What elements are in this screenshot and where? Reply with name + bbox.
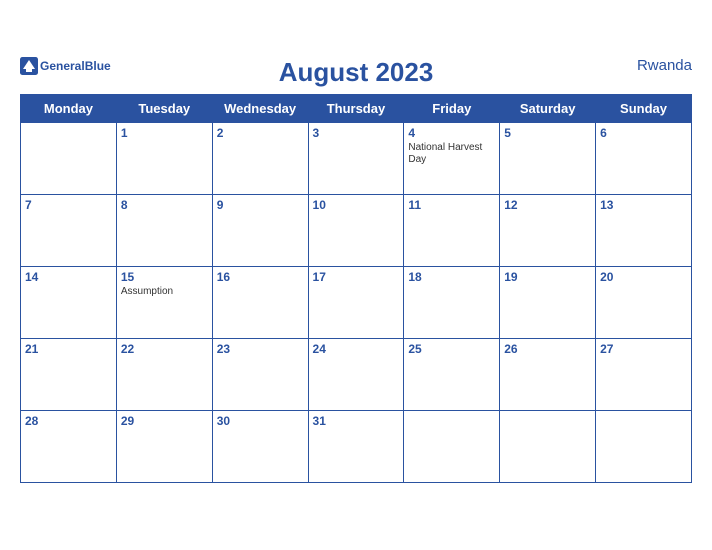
day-number: 23 [217, 342, 304, 356]
day-cell-2-2: 16 [212, 267, 308, 339]
country-label: Rwanda [637, 57, 692, 74]
day-number: 8 [121, 198, 208, 212]
header-saturday: Saturday [500, 95, 596, 123]
day-number: 29 [121, 414, 208, 428]
day-cell-0-2: 2 [212, 123, 308, 195]
day-cell-4-6 [596, 411, 692, 483]
day-cell-0-0 [21, 123, 117, 195]
day-cell-0-1: 1 [116, 123, 212, 195]
holiday-name: Assumption [121, 286, 208, 298]
day-cell-4-5 [500, 411, 596, 483]
day-number: 6 [600, 126, 687, 140]
day-cell-1-2: 9 [212, 195, 308, 267]
brand-logo: General Blue [20, 57, 111, 75]
week-row-1: 1234 National Harvest Day 56 [21, 123, 692, 195]
day-number: 30 [217, 414, 304, 428]
day-cell-4-1: 29 [116, 411, 212, 483]
day-cell-2-0: 14 [21, 267, 117, 339]
day-number: 4 [408, 126, 495, 140]
calendar-title: August 2023 [20, 57, 692, 88]
day-cell-2-3: 17 [308, 267, 404, 339]
day-cell-1-0: 7 [21, 195, 117, 267]
calendar-body: 1234National Harvest Day5678910111213141… [21, 123, 692, 483]
day-cell-0-4: 4 National Harvest Day [404, 123, 500, 195]
day-number: 26 [504, 342, 591, 356]
week-row-4: 21 22 23 24 25 26 27 [21, 339, 692, 411]
day-cell-3-6: 27 [596, 339, 692, 411]
header-sunday: Sunday [596, 95, 692, 123]
day-cell-2-5: 19 [500, 267, 596, 339]
day-cell-1-5: 12 [500, 195, 596, 267]
day-cell-3-5: 26 [500, 339, 596, 411]
day-number: 2 [217, 126, 304, 140]
calendar-header: General Blue August 2023 Rwanda [20, 57, 692, 88]
day-cell-1-3: 10 [308, 195, 404, 267]
week-row-2: 789 10 11 12 13 [21, 195, 692, 267]
day-number: 12 [504, 198, 591, 212]
brand-icon [20, 57, 38, 75]
day-number: 9 [217, 198, 304, 212]
day-number: 21 [25, 342, 112, 356]
day-cell-1-4: 11 [404, 195, 500, 267]
day-number: 19 [504, 270, 591, 284]
day-cell-3-2: 23 [212, 339, 308, 411]
day-cell-1-1: 8 [116, 195, 212, 267]
day-cell-2-4: 18 [404, 267, 500, 339]
header-tuesday: Tuesday [116, 95, 212, 123]
day-number: 11 [408, 198, 495, 212]
day-cell-4-2: 30 [212, 411, 308, 483]
header-thursday: Thursday [308, 95, 404, 123]
day-cell-3-4: 25 [404, 339, 500, 411]
day-cell-2-1: 15 Assumption [116, 267, 212, 339]
header-monday: Monday [21, 95, 117, 123]
weekday-header-row: Monday Tuesday Wednesday Thursday Friday… [21, 95, 692, 123]
day-number: 24 [313, 342, 400, 356]
week-row-3: 14 15 Assumption 16 17 18 19 20 [21, 267, 692, 339]
day-cell-3-3: 24 [308, 339, 404, 411]
day-number: 15 [121, 270, 208, 284]
day-number: 17 [313, 270, 400, 284]
day-cell-0-3: 3 [308, 123, 404, 195]
day-number: 13 [600, 198, 687, 212]
day-cell-1-6: 13 [596, 195, 692, 267]
day-number: 25 [408, 342, 495, 356]
day-number: 28 [25, 414, 112, 428]
day-cell-3-1: 22 [116, 339, 212, 411]
day-number: 31 [313, 414, 400, 428]
calendar-table: Monday Tuesday Wednesday Thursday Friday… [20, 94, 692, 483]
day-number: 7 [25, 198, 112, 212]
day-cell-0-6: 6 [596, 123, 692, 195]
brand: General Blue [20, 57, 111, 75]
day-number: 10 [313, 198, 400, 212]
header-wednesday: Wednesday [212, 95, 308, 123]
day-number: 18 [408, 270, 495, 284]
day-cell-0-5: 5 [500, 123, 596, 195]
day-number: 5 [504, 126, 591, 140]
holiday-name: National Harvest Day [408, 142, 495, 166]
calendar-wrapper: General Blue August 2023 Rwanda Monday T… [0, 47, 712, 503]
week-row-5: 28 29 30 31 [21, 411, 692, 483]
header-friday: Friday [404, 95, 500, 123]
brand-general: General [40, 59, 85, 73]
day-number: 3 [313, 126, 400, 140]
day-cell-2-6: 20 [596, 267, 692, 339]
day-number: 27 [600, 342, 687, 356]
day-number: 22 [121, 342, 208, 356]
brand-blue-text: Blue [85, 59, 111, 73]
day-cell-4-3: 31 [308, 411, 404, 483]
day-cell-4-0: 28 [21, 411, 117, 483]
day-number: 14 [25, 270, 112, 284]
day-number: 16 [217, 270, 304, 284]
day-number: 1 [121, 126, 208, 140]
day-number: 20 [600, 270, 687, 284]
day-cell-4-4 [404, 411, 500, 483]
day-cell-3-0: 21 [21, 339, 117, 411]
